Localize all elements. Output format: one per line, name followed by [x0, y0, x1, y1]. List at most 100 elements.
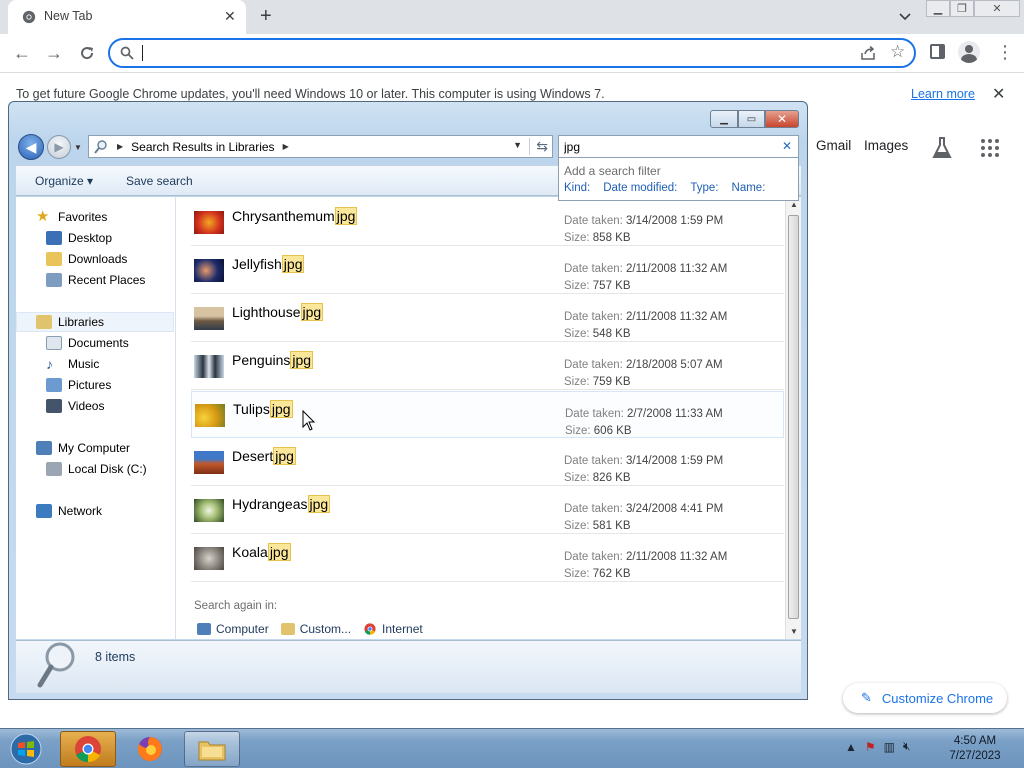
bookmark-star-icon[interactable]: ☆: [890, 42, 905, 62]
learn-more-link[interactable]: Learn more: [911, 87, 975, 101]
recent-pages-dropdown-icon[interactable]: ▼: [74, 143, 82, 152]
explorer-back-button[interactable]: ◀: [18, 134, 44, 160]
clear-search-icon[interactable]: ✕: [782, 139, 792, 153]
images-link[interactable]: Images: [864, 138, 908, 153]
result-row[interactable]: Penguins jpg Date taken: 2/18/2008 5:07 A…: [191, 343, 784, 390]
explorer-maximize-button[interactable]: ▭: [738, 110, 765, 128]
libraries-icon: [36, 315, 52, 329]
volume-muted-icon[interactable]: 🔇︎: [903, 739, 911, 754]
thumbnail-chrysanthemum-icon: [194, 211, 224, 234]
nav-pictures[interactable]: Pictures: [16, 375, 174, 395]
explorer-minimize-button[interactable]: ▁: [710, 110, 738, 128]
show-hidden-icons[interactable]: ▲: [845, 740, 857, 754]
side-panel-icon[interactable]: [930, 44, 945, 59]
file-meta: Date taken: 2/11/2008 11:32 AM Size: 548 …: [564, 311, 728, 340]
infobar-close-icon[interactable]: ✕: [992, 84, 1005, 104]
search-again-computer[interactable]: Computer: [197, 622, 269, 636]
breadcrumb-arrow-icon[interactable]: ▶: [283, 142, 289, 151]
nav-desktop[interactable]: Desktop: [16, 228, 174, 248]
search-again-internet[interactable]: Internet: [363, 622, 423, 636]
explorer-search-input[interactable]: [564, 139, 764, 155]
scroll-up-icon[interactable]: ▲: [790, 200, 798, 209]
nav-local-disk[interactable]: Local Disk (C:): [16, 459, 174, 479]
results-scrollbar[interactable]: ▲ ▼: [785, 197, 801, 639]
filter-type[interactable]: Type:: [690, 182, 718, 194]
share-icon[interactable]: [860, 45, 876, 61]
close-window-button[interactable]: ✕: [974, 0, 1020, 17]
chrome-menu-icon[interactable]: ⋮: [996, 42, 1014, 62]
scroll-down-icon[interactable]: ▼: [790, 627, 798, 636]
result-row[interactable]: Desert jpg Date taken: 3/14/2008 1:59 PM S…: [191, 439, 784, 486]
result-row[interactable]: Tulips jpg Date taken: 2/7/2008 11:33 AM S…: [191, 391, 784, 438]
nav-libraries-label: Libraries: [58, 315, 105, 329]
gmail-link[interactable]: Gmail: [816, 138, 851, 153]
customize-chrome-button[interactable]: ✎ Customize Chrome: [843, 683, 1007, 713]
explorer-address-bar[interactable]: ▶ Search Results in Libraries ▶ ▼ ⇆: [88, 135, 553, 158]
result-row[interactable]: Lighthouse jpg Date taken: 2/11/2008 11:3…: [191, 295, 784, 342]
tab-new-tab[interactable]: New Tab ✕: [8, 0, 246, 34]
scrollbar-thumb[interactable]: [788, 215, 799, 619]
infobar-message: To get future Google Chrome updates, you…: [16, 87, 605, 101]
restore-button[interactable]: ❐: [950, 0, 974, 17]
search-folder-icon: [94, 139, 107, 154]
file-name: Penguins jpg: [232, 351, 314, 369]
star-icon: ★: [36, 208, 50, 225]
file-name: Jellyfish jpg: [232, 255, 305, 273]
thumbnail-hydrangeas-icon: [194, 499, 224, 522]
explorer-forward-button[interactable]: ▶: [47, 135, 71, 159]
filter-date-modified[interactable]: Date modified:: [603, 182, 677, 194]
windows-start-icon[interactable]: [6, 732, 46, 766]
nav-recent-places[interactable]: Recent Places: [16, 270, 174, 290]
computer-icon: [197, 623, 211, 635]
breadcrumb-search-results[interactable]: Search Results in Libraries: [131, 140, 274, 154]
nav-music[interactable]: ♪ Music: [16, 354, 174, 374]
system-clock[interactable]: 4:50 AM 7/27/2023: [940, 734, 1010, 764]
save-search-button[interactable]: Save search: [126, 174, 193, 188]
result-row[interactable]: Chrysanthemum jpg Date taken: 3/14/2008 1…: [191, 199, 784, 246]
result-row[interactable]: Koala jpg Date taken: 2/11/2008 11:32 AM S…: [191, 535, 784, 582]
result-row[interactable]: Hydrangeas jpg Date taken: 3/24/2008 4:41…: [191, 487, 784, 534]
new-tab-button[interactable]: +: [260, 5, 272, 27]
nav-music-label: Music: [68, 357, 100, 371]
filter-name[interactable]: Name:: [732, 182, 766, 194]
explorer-search-box[interactable]: ✕: [558, 135, 799, 158]
search-magnifier-icon: [37, 642, 75, 688]
taskbar-explorer-button[interactable]: [184, 731, 240, 767]
action-center-flag-icon[interactable]: ⚑: [865, 740, 876, 754]
tab-search-chevron-icon[interactable]: [897, 8, 913, 24]
nav-favorites[interactable]: ★ Favorites: [16, 207, 174, 227]
refresh-icon[interactable]: ⇆: [529, 138, 548, 155]
file-name: Hydrangeas jpg: [232, 495, 331, 513]
back-arrow-icon[interactable]: ←: [12, 43, 32, 63]
taskbar-firefox-button[interactable]: [122, 731, 178, 767]
filter-kind[interactable]: Kind:: [564, 182, 590, 194]
profile-avatar-icon[interactable]: [958, 41, 980, 63]
nav-network[interactable]: Network: [16, 501, 174, 521]
forward-arrow-icon[interactable]: →: [44, 43, 64, 63]
omnibox[interactable]: ☆: [108, 38, 916, 68]
search-again-custom[interactable]: Custom...: [280, 622, 351, 636]
taskbar-chrome-button[interactable]: [60, 731, 116, 767]
nav-downloads[interactable]: Downloads: [16, 249, 174, 269]
reload-icon[interactable]: [77, 43, 97, 63]
nav-documents[interactable]: Documents: [16, 333, 174, 353]
result-row[interactable]: Jellyfish jpg Date taken: 2/11/2008 11:32…: [191, 247, 784, 294]
folder-icon: [198, 741, 226, 761]
labs-flask-icon[interactable]: [931, 136, 953, 160]
breadcrumb-arrow-icon[interactable]: ▶: [117, 142, 123, 151]
nav-videos-label: Videos: [68, 399, 105, 413]
organize-button[interactable]: Organize ▾: [35, 174, 93, 188]
nav-videos[interactable]: Videos: [16, 396, 174, 416]
nav-documents-label: Documents: [68, 336, 129, 350]
explorer-close-button[interactable]: ✕: [765, 110, 799, 128]
file-name: Chrysanthemum jpg: [232, 207, 358, 225]
minimize-button[interactable]: ▁: [926, 0, 950, 17]
item-count: 8 items: [95, 650, 136, 664]
clock-date: 7/27/2023: [949, 750, 1001, 762]
network-icon[interactable]: ▥: [884, 740, 895, 754]
google-apps-icon[interactable]: [981, 139, 999, 157]
nav-my-computer[interactable]: My Computer: [16, 438, 174, 458]
nav-libraries[interactable]: Libraries: [16, 312, 174, 332]
tab-close-icon[interactable]: ✕: [224, 8, 236, 24]
address-dropdown-icon[interactable]: ▼: [513, 140, 522, 150]
